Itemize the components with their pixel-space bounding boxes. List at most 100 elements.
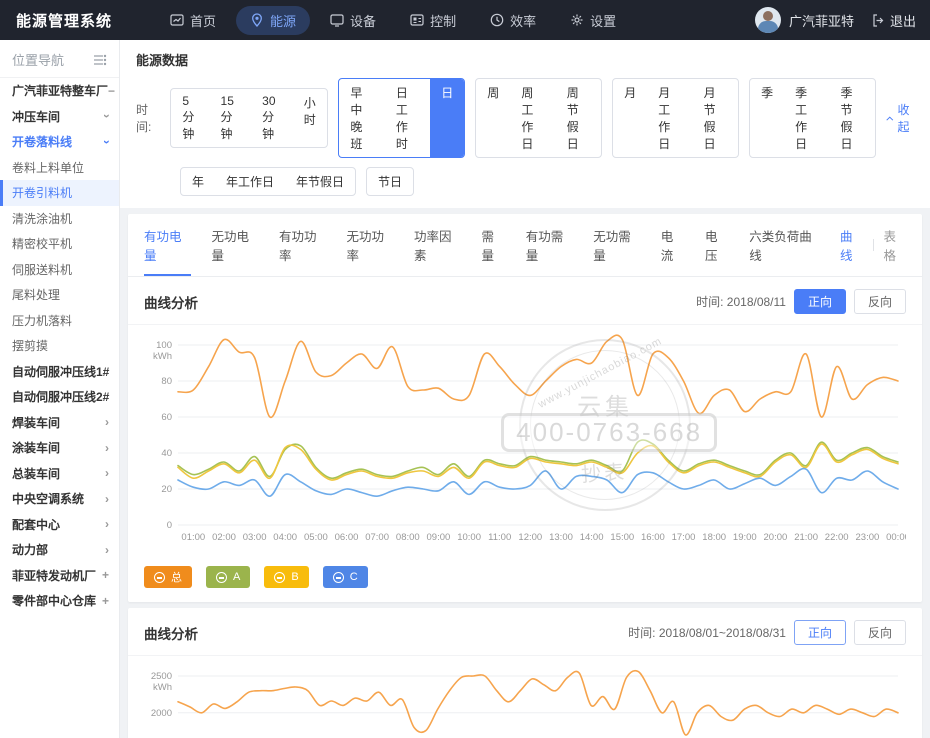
time-option[interactable]: 月工作日 bbox=[647, 79, 692, 157]
tab-7[interactable]: 有功需量 bbox=[526, 214, 573, 276]
tab-10[interactable]: 电压 bbox=[705, 214, 728, 276]
time-option[interactable]: 月节假日 bbox=[693, 79, 738, 157]
chevron-right-icon[interactable]: › bbox=[105, 543, 109, 557]
time-option[interactable]: 季工作日 bbox=[784, 79, 829, 157]
legend-pill-C[interactable]: C bbox=[323, 566, 368, 588]
time-option[interactable]: 周 bbox=[476, 79, 510, 157]
tab-6[interactable]: 需量 bbox=[482, 214, 505, 276]
tab-8[interactable]: 无功需量 bbox=[593, 214, 640, 276]
tab-3[interactable]: 有功功率 bbox=[279, 214, 326, 276]
collapse-minus-icon[interactable]: − bbox=[108, 84, 115, 98]
time-option[interactable]: 30分钟 bbox=[251, 89, 293, 147]
sidebar-item-20[interactable]: 菲亚特发动机厂+ bbox=[0, 563, 119, 589]
sidebar-item-4[interactable]: 卷料上料单位 bbox=[0, 155, 119, 181]
expand-plus-icon[interactable]: + bbox=[102, 594, 109, 608]
device-icon bbox=[330, 13, 344, 27]
nav-item-1[interactable]: 首页 bbox=[156, 6, 230, 35]
svg-text:80: 80 bbox=[161, 376, 172, 387]
panel-time-label: 时间: 2018/08/01~2018/08/31 bbox=[628, 624, 786, 641]
tab-11[interactable]: 六类负荷曲线 bbox=[749, 214, 819, 276]
nav-item-4[interactable]: 控制 bbox=[396, 6, 470, 35]
location-sidebar: 位置导航 广汽菲亚特整车厂−冲压车间›开卷落料线›卷料上料单位开卷引料机清洗涂油… bbox=[0, 40, 120, 738]
time-option[interactable]: 周节假日 bbox=[556, 79, 601, 157]
sidebar-item-21[interactable]: 零件部中心仓库+ bbox=[0, 588, 119, 614]
sidebar-item-5[interactable]: 开卷引料机 bbox=[0, 180, 119, 206]
sidebar-item-10[interactable]: 压力机落料 bbox=[0, 308, 119, 334]
time-option[interactable]: 年工作日 bbox=[215, 168, 285, 195]
app-title: 能源管理系统 bbox=[16, 10, 112, 31]
forward-button[interactable]: 正向 bbox=[794, 289, 846, 314]
daily-curve-chart[interactable]: 020406080100kWh01:0002:0003:0004:0005:00… bbox=[144, 331, 906, 553]
svg-text:21:00: 21:00 bbox=[794, 532, 818, 543]
tab-1[interactable]: 有功电量 bbox=[144, 214, 191, 276]
time-option[interactable]: 季 bbox=[750, 79, 784, 157]
collapse-link[interactable]: 收起 bbox=[886, 101, 914, 135]
sidebar-item-label: 伺服送料机 bbox=[12, 261, 72, 278]
time-granularity-group: 节日 bbox=[366, 167, 414, 196]
tab-2[interactable]: 无功电量 bbox=[212, 214, 259, 276]
time-option[interactable]: 年节假日 bbox=[285, 168, 355, 195]
sidebar-item-1[interactable]: 广汽菲亚特整车厂− bbox=[0, 78, 119, 104]
time-option[interactable]: 15分钟 bbox=[210, 89, 252, 147]
legend-pill-总[interactable]: 总 bbox=[144, 566, 192, 588]
sidebar-item-15[interactable]: 涂装车间› bbox=[0, 435, 119, 461]
chevron-down-icon[interactable]: › bbox=[100, 140, 114, 144]
reverse-button[interactable]: 反向 bbox=[854, 289, 906, 314]
time-option[interactable]: 5分钟 bbox=[171, 89, 209, 147]
filter-sort-icon[interactable] bbox=[93, 54, 107, 66]
sidebar-item-8[interactable]: 伺服送料机 bbox=[0, 257, 119, 283]
time-option[interactable]: 小时 bbox=[293, 89, 328, 147]
time-granularity-group: 年年工作日年节假日 bbox=[180, 167, 356, 196]
nav-item-5[interactable]: 效率 bbox=[476, 6, 550, 35]
tab-9[interactable]: 电流 bbox=[661, 214, 684, 276]
svg-text:01:00: 01:00 bbox=[181, 532, 205, 543]
time-option[interactable]: 季节假日 bbox=[830, 79, 875, 157]
forward-button[interactable]: 正向 bbox=[794, 620, 846, 645]
chevron-right-icon[interactable]: › bbox=[105, 441, 109, 455]
time-option[interactable]: 日工作时 bbox=[385, 79, 430, 157]
svg-text:03:00: 03:00 bbox=[243, 532, 267, 543]
time-option[interactable]: 年 bbox=[181, 168, 215, 195]
logout-button[interactable]: 退出 bbox=[872, 11, 916, 30]
chevron-right-icon[interactable]: › bbox=[105, 492, 109, 506]
monthly-curve-chart[interactable]: 05001000150020002500kWh08.0108.0208.0308… bbox=[144, 662, 906, 738]
sidebar-item-6[interactable]: 清洗涂油机 bbox=[0, 206, 119, 232]
legend-pill-B[interactable]: B bbox=[264, 566, 308, 588]
avatar[interactable] bbox=[755, 7, 781, 33]
time-option[interactable]: 日 bbox=[430, 79, 464, 157]
time-option[interactable]: 月 bbox=[613, 79, 647, 157]
sidebar-item-18[interactable]: 配套中心› bbox=[0, 512, 119, 538]
chevron-right-icon[interactable]: › bbox=[105, 415, 109, 429]
reverse-button[interactable]: 反向 bbox=[854, 620, 906, 645]
sidebar-item-16[interactable]: 总装车间› bbox=[0, 461, 119, 487]
sidebar-item-9[interactable]: 尾料处理 bbox=[0, 282, 119, 308]
sidebar-item-7[interactable]: 精密校平机 bbox=[0, 231, 119, 257]
chevron-right-icon[interactable]: › bbox=[105, 466, 109, 480]
sidebar-item-11[interactable]: 摆剪摸 bbox=[0, 333, 119, 359]
time-option[interactable]: 早中晚班 bbox=[339, 79, 384, 157]
sidebar-item-12[interactable]: 自动伺服冲压线1# bbox=[0, 359, 119, 385]
tab-4[interactable]: 无功功率 bbox=[347, 214, 394, 276]
chevron-right-icon[interactable]: › bbox=[105, 517, 109, 531]
chart1-legend: 总ABC bbox=[128, 558, 922, 602]
time-option[interactable]: 周工作日 bbox=[510, 79, 555, 157]
sidebar-item-19[interactable]: 动力部› bbox=[0, 537, 119, 563]
tab-5[interactable]: 功率因素 bbox=[414, 214, 461, 276]
sidebar-item-13[interactable]: 自动伺服冲压线2# bbox=[0, 384, 119, 410]
view-option-2[interactable]: 表格 bbox=[883, 226, 906, 264]
sidebar-item-2[interactable]: 冲压车间› bbox=[0, 104, 119, 130]
sidebar-item-14[interactable]: 焊装车间› bbox=[0, 410, 119, 436]
sidebar-item-label: 开卷引料机 bbox=[12, 184, 72, 201]
sidebar-item-17[interactable]: 中央空调系统› bbox=[0, 486, 119, 512]
time-option[interactable]: 节日 bbox=[367, 168, 413, 195]
sidebar-item-3[interactable]: 开卷落料线› bbox=[0, 129, 119, 155]
nav-item-3[interactable]: 设备 bbox=[316, 6, 390, 35]
collapse-label: 收起 bbox=[898, 101, 914, 135]
chevron-down-icon[interactable]: › bbox=[100, 114, 114, 118]
legend-pill-A[interactable]: A bbox=[206, 566, 250, 588]
nav-item-2[interactable]: 能源 bbox=[236, 6, 310, 35]
view-option-1[interactable]: 曲线 bbox=[840, 226, 863, 264]
minus-circle-icon bbox=[333, 572, 344, 583]
nav-item-6[interactable]: 设置 bbox=[556, 6, 630, 35]
expand-plus-icon[interactable]: + bbox=[102, 568, 109, 582]
